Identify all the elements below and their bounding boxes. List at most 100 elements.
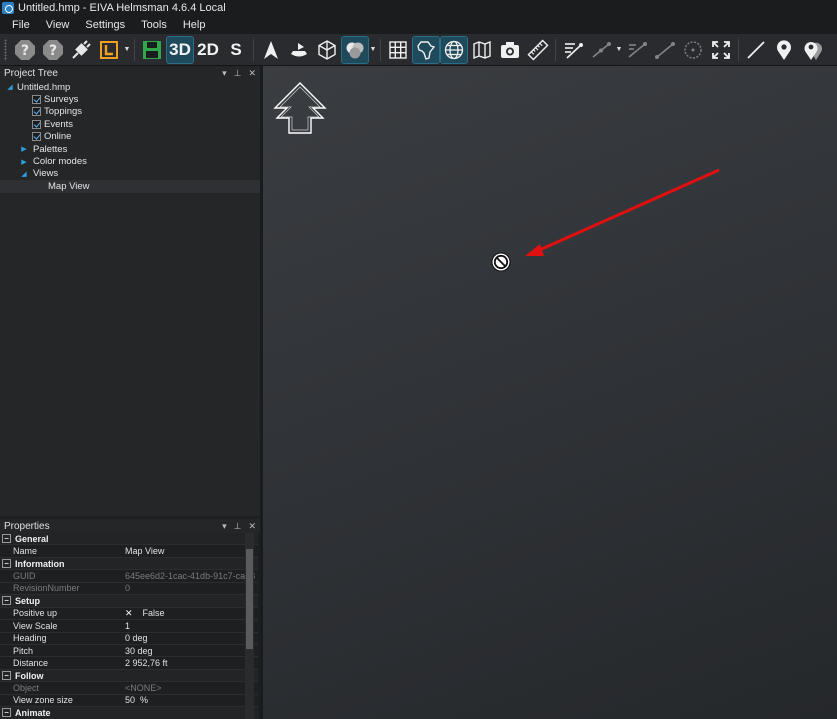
view-s-button[interactable]: S — [223, 37, 249, 63]
property-row-name[interactable]: Name Map View — [0, 545, 258, 558]
tree-item-toppings[interactable]: Toppings — [0, 106, 260, 118]
route-button[interactable] — [588, 37, 614, 63]
category-follow[interactable]: − Follow — [0, 669, 258, 683]
coastline-button[interactable] — [412, 35, 440, 64]
property-row-distance[interactable]: Distance 2 952,76 ft — [0, 657, 258, 670]
scrollbar-thumb[interactable] — [246, 549, 253, 649]
checkbox[interactable] — [32, 95, 41, 105]
color-mode-dropdown-icon[interactable]: ▼ — [369, 37, 377, 63]
property-value[interactable]: 50 % — [112, 695, 258, 705]
project-tree-title: Project Tree — [4, 67, 58, 79]
properties-scrollbar[interactable] — [245, 533, 254, 719]
vessel-button[interactable] — [286, 37, 312, 63]
property-value[interactable]: 2 952,76 ft — [112, 658, 258, 668]
property-label: Distance — [13, 658, 49, 669]
globe-button[interactable] — [440, 35, 468, 64]
close-icon[interactable]: ✕ — [248, 521, 256, 532]
north-arrow-button[interactable] — [258, 37, 284, 63]
checkbox[interactable] — [32, 107, 41, 117]
collapsed-triangle-icon[interactable]: ▶ — [20, 145, 28, 153]
collapse-icon[interactable]: − — [2, 534, 11, 544]
collapse-icon[interactable]: − — [2, 559, 11, 569]
property-row-revision[interactable]: RevisionNumber 0 — [0, 583, 258, 596]
chevron-down-icon[interactable]: ▾ — [222, 68, 227, 79]
checkbox[interactable] — [32, 119, 41, 129]
property-row-heading[interactable]: Heading 0 deg — [0, 633, 258, 645]
property-row-guid[interactable]: GUID 645ee6d2-1cac-41db-91c7-ca88 — [0, 570, 258, 583]
category-animate[interactable]: − Animate — [0, 707, 258, 719]
pin-icon[interactable]: ⊥ — [234, 521, 242, 532]
view-s-label: S — [230, 39, 242, 59]
help-context-button[interactable]: ? — [40, 37, 66, 63]
window-title: Untitled.hmp - EIVA Helmsman 4.6.4 Local — [18, 2, 226, 14]
measure-button[interactable] — [525, 37, 551, 63]
property-row-pitch[interactable]: Pitch 30 deg — [0, 645, 258, 658]
tree-item-root[interactable]: ◢ Untitled.hmp — [0, 81, 260, 93]
close-icon[interactable]: ✕ — [248, 68, 256, 79]
north-arrow-indicator-icon[interactable] — [273, 82, 327, 134]
menu-settings[interactable]: Settings — [77, 19, 133, 31]
property-value[interactable]: 30 deg — [112, 646, 258, 656]
property-row-view-zone-size[interactable]: View zone size 50 % — [0, 695, 258, 708]
property-value[interactable]: ✕ False — [112, 608, 258, 619]
cube-button[interactable] — [314, 37, 340, 63]
view-3d-button[interactable]: 3D — [166, 35, 194, 64]
help-button[interactable]: ? — [12, 37, 38, 63]
property-row-object[interactable]: Object <NONE> — [0, 682, 258, 695]
collapse-icon[interactable]: − — [2, 708, 11, 718]
layers-button[interactable] — [96, 37, 122, 63]
waypoints-button[interactable] — [799, 37, 825, 63]
segment-button[interactable] — [652, 37, 678, 63]
property-row-view-scale[interactable]: View Scale 1 — [0, 620, 258, 633]
category-setup[interactable]: − Setup — [0, 595, 258, 608]
segment-icon — [655, 41, 675, 59]
category-label: Follow — [15, 670, 44, 681]
tree-item-surveys[interactable]: Surveys — [0, 93, 260, 105]
property-value[interactable]: 0 deg — [112, 633, 258, 643]
menu-file[interactable]: File — [4, 19, 38, 31]
pin-icon[interactable]: ⊥ — [234, 68, 242, 79]
map-view-canvas[interactable] — [263, 66, 837, 719]
collapse-icon[interactable]: − — [2, 596, 11, 606]
tree-item-map-view[interactable]: Map View — [0, 180, 260, 193]
connect-button[interactable] — [68, 37, 94, 63]
fullscreen-button[interactable] — [708, 37, 734, 63]
chart-button[interactable] — [469, 37, 495, 63]
tree-item-online[interactable]: Online — [0, 131, 260, 143]
route-edit-button[interactable] — [624, 37, 650, 63]
menu-tools[interactable]: Tools — [133, 19, 175, 31]
menu-help[interactable]: Help — [175, 19, 214, 31]
checkbox[interactable] — [32, 132, 41, 142]
property-value[interactable]: Map View — [112, 546, 258, 556]
view-2d-button[interactable]: 2D — [195, 37, 221, 63]
help-context-icon: ? — [43, 39, 63, 60]
menu-view[interactable]: View — [38, 19, 78, 31]
draw-line-button[interactable] — [743, 37, 769, 63]
screenshot-button[interactable] — [497, 37, 523, 63]
layers-dropdown-icon[interactable]: ▼ — [123, 37, 131, 63]
expanded-triangle-icon[interactable]: ◢ — [20, 170, 28, 178]
save-button[interactable] — [139, 37, 165, 63]
category-information[interactable]: − Information — [0, 557, 258, 571]
category-general[interactable]: − General — [0, 533, 258, 546]
property-row-positive-up[interactable]: Positive up ✕ False — [0, 608, 258, 621]
tree-item-color-modes[interactable]: ▶ Color modes — [0, 155, 260, 167]
category-label: Setup — [15, 595, 41, 606]
collapsed-triangle-icon[interactable]: ▶ — [20, 158, 28, 166]
tree-item-palettes[interactable]: ▶ Palettes — [0, 143, 260, 155]
expanded-triangle-icon[interactable]: ◢ — [6, 83, 14, 91]
line-planning-button[interactable] — [560, 37, 586, 63]
tree-item-views[interactable]: ◢ Views — [0, 168, 260, 180]
route-dropdown-icon[interactable]: ▼ — [615, 37, 623, 63]
circle-button[interactable] — [680, 37, 706, 63]
unchecked-x-icon[interactable]: ✕ — [125, 608, 133, 618]
collapse-icon[interactable]: − — [2, 671, 11, 681]
app-logo-icon — [2, 2, 14, 14]
property-value[interactable]: 1 — [112, 621, 258, 631]
tree-item-events[interactable]: Events — [0, 118, 260, 130]
toolbar-grip[interactable] — [4, 38, 7, 61]
chevron-down-icon[interactable]: ▾ — [222, 521, 227, 532]
color-mode-button[interactable] — [341, 35, 369, 64]
grid-button[interactable] — [385, 37, 411, 63]
waypoint-button[interactable] — [771, 37, 797, 63]
